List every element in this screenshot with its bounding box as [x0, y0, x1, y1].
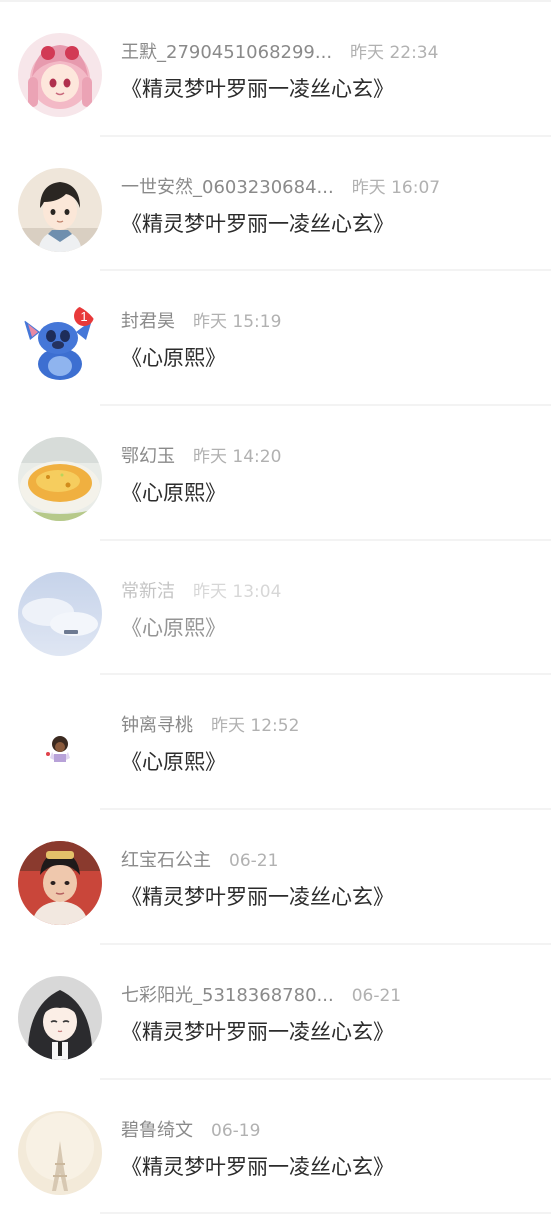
sender-name: 王默_2790451068299...: [121, 42, 333, 63]
sky-cloud-avatar-icon[interactable]: [18, 571, 102, 656]
item-header: 红宝石公主 06-21: [121, 848, 541, 874]
anime-boy-avatar-icon[interactable]: [18, 167, 102, 252]
item-header: 碧鲁绮文 06-19: [121, 1118, 541, 1144]
list-item[interactable]: 钟离寻桃 昨天 12:52 《心原熙》: [0, 675, 551, 811]
message-text: 《心原熙》: [121, 750, 226, 775]
divider: [100, 1212, 551, 1215]
custard-bowl-avatar-icon[interactable]: [18, 437, 102, 522]
timestamp: 昨天 22:34: [350, 43, 439, 63]
svg-text:1: 1: [80, 309, 87, 324]
item-header: 一世安然_0603230684... 昨天 16:07: [121, 175, 541, 201]
timestamp: 昨天 12:52: [211, 716, 300, 737]
message-text: 《心原熙》: [121, 481, 226, 506]
list-item[interactable]: 一世安然_0603230684... 昨天 16:07 《精灵梦叶罗丽一凌丝心玄》: [0, 137, 551, 272]
item-header: 鄂幻玉 昨天 14:20: [121, 444, 541, 470]
message-text: 《精灵梦叶罗丽一凌丝心玄》: [121, 211, 394, 236]
message-text: 《心原熙》: [121, 346, 226, 371]
sender-name: 钟离寻桃: [121, 715, 193, 737]
message-text: 《精灵梦叶罗丽一凌丝心玄》: [121, 1154, 394, 1179]
list-item[interactable]: 王默_2790451068299... 昨天 22:34 《精灵梦叶罗丽一凌丝心玄…: [0, 2, 551, 137]
stitch-cartoon-avatar-icon[interactable]: 1: [18, 302, 102, 387]
list-item[interactable]: 常新洁 昨天 13:04 《心原熙》: [0, 541, 551, 676]
sender-name: 封君昊: [121, 311, 175, 333]
girl-costume-photo-avatar-icon[interactable]: [18, 841, 102, 926]
item-header: 七彩阳光_5318368780... 06-21: [121, 983, 541, 1009]
list-item[interactable]: 红宝石公主 06-21 《精灵梦叶罗丽一凌丝心玄》: [0, 810, 551, 945]
timestamp: 06-19: [211, 1120, 261, 1141]
list-item[interactable]: 碧鲁绮文 06-19 《精灵梦叶罗丽一凌丝心玄》: [0, 1080, 551, 1215]
sender-name: 常新洁: [121, 580, 175, 602]
timestamp: 昨天 15:19: [193, 312, 282, 333]
message-text: 《精灵梦叶罗丽一凌丝心玄》: [121, 885, 394, 910]
timestamp: 06-21: [229, 851, 279, 872]
item-header: 常新洁 昨天 13:04: [121, 579, 541, 605]
anime-girl-pink-hair-avatar-icon[interactable]: [18, 33, 102, 117]
sender-name: 碧鲁绮文: [121, 1119, 193, 1141]
message-text: 《精灵梦叶罗丽一凌丝心玄》: [121, 77, 394, 101]
message-text: 《心原熙》: [121, 615, 226, 640]
sender-name: 七彩阳光_5318368780...: [121, 984, 334, 1006]
anime-girl-dark-hair-avatar-icon[interactable]: [18, 975, 102, 1060]
timestamp: 昨天 14:20: [193, 447, 282, 468]
list-item[interactable]: 七彩阳光_5318368780... 06-21 《精灵梦叶罗丽一凌丝心玄》: [0, 945, 551, 1080]
item-header: 王默_2790451068299... 昨天 22:34: [121, 40, 541, 66]
small-character-avatar-icon[interactable]: [18, 706, 102, 791]
item-header: 钟离寻桃 昨天 12:52: [121, 713, 541, 739]
list-item[interactable]: 鄂幻玉 昨天 14:20 《心原熙》: [0, 406, 551, 541]
message-text: 《精灵梦叶罗丽一凌丝心玄》: [121, 1019, 394, 1044]
sender-name: 鄂幻玉: [121, 446, 175, 468]
item-header: 封君昊 昨天 15:19: [121, 309, 541, 335]
timestamp: 06-21: [351, 985, 402, 1006]
eiffel-tower-avatar-icon[interactable]: [18, 1110, 102, 1195]
timestamp: 昨天 16:07: [351, 177, 441, 198]
sender-name: 红宝石公主: [121, 850, 211, 872]
timestamp: 昨天 13:04: [193, 581, 282, 602]
message-list: 王默_2790451068299... 昨天 22:34 《精灵梦叶罗丽一凌丝心玄…: [0, 2, 551, 1215]
sender-name: 一世安然_0603230684...: [121, 176, 334, 198]
list-item[interactable]: 1 封君昊 昨天 15:19 《心原熙》: [0, 271, 551, 407]
